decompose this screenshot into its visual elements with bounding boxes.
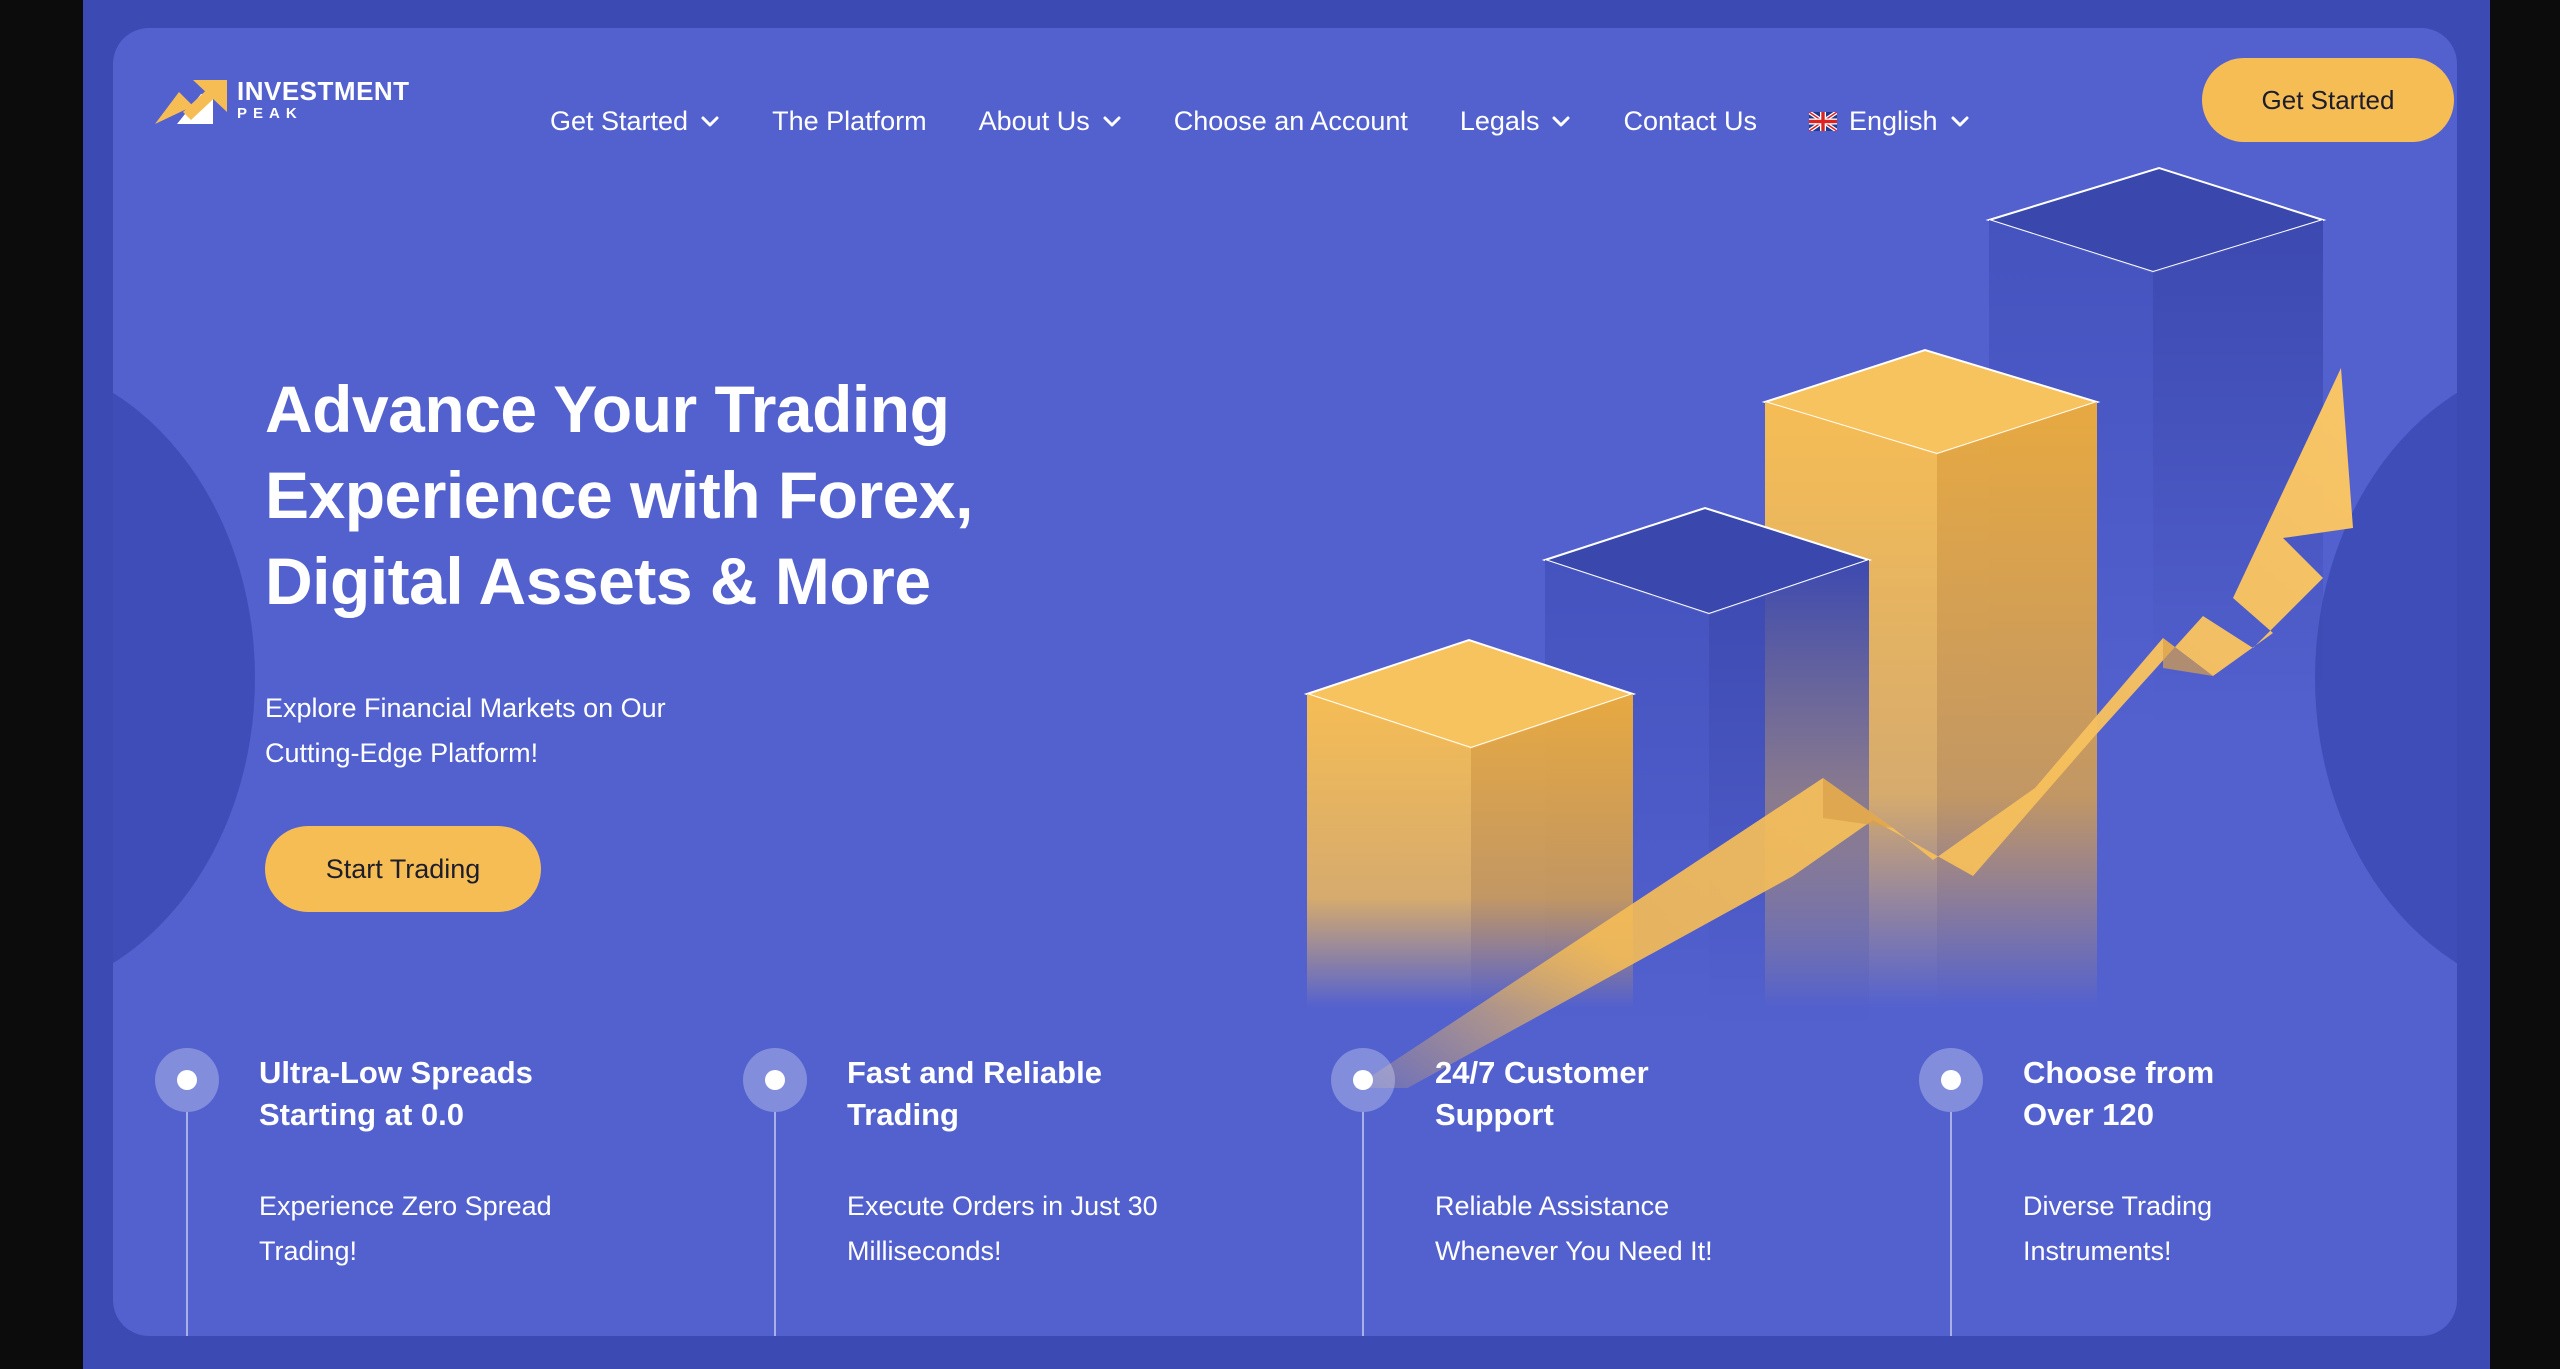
feature-desc-line: Milliseconds! (847, 1236, 1002, 1266)
feature-title-line: 24/7 Customer (1435, 1055, 1649, 1090)
feature-desc-line: Whenever You Need It! (1435, 1236, 1713, 1266)
growth-bars-illustration (1303, 166, 2353, 1088)
feature-dot-icon (1331, 1048, 1395, 1112)
brand-logo[interactable]: INVESTMENT PEAK (153, 72, 410, 126)
feature-desc-line: Instruments! (2023, 1236, 2172, 1266)
nav-about-us[interactable]: About Us (979, 106, 1122, 137)
feature-title-line: Choose from (2023, 1055, 2215, 1090)
hero-title-line: Advance Your Trading (265, 372, 950, 446)
feature-dot-icon (155, 1048, 219, 1112)
start-trading-button[interactable]: Start Trading (265, 826, 541, 912)
chevron-down-icon (1951, 116, 1969, 126)
feature-line (1362, 1112, 1364, 1336)
feature-desc-line: Execute Orders in Just 30 (847, 1191, 1158, 1221)
feature-description: Reliable Assistance Whenever You Need It… (1435, 1184, 1875, 1274)
logo-arrow-icon (155, 80, 227, 124)
feature-description: Experience Zero Spread Trading! (259, 1184, 699, 1274)
feature-title: Choose from Over 120 (2023, 1052, 2457, 1136)
chevron-down-icon (1103, 116, 1121, 126)
feature-line (1950, 1112, 1952, 1336)
feature-description: Diverse Trading Instruments! (2023, 1184, 2457, 1274)
feature-title-line: Over 120 (2023, 1097, 2154, 1132)
feature-description: Execute Orders in Just 30 Milliseconds! (847, 1184, 1287, 1274)
feature-desc-line: Diverse Trading (2023, 1191, 2213, 1221)
page: INVESTMENT PEAK Get Started The Platform… (83, 0, 2490, 1369)
nav-get-started[interactable]: Get Started (550, 106, 720, 137)
feature-title-line: Ultra-Low Spreads (259, 1055, 533, 1090)
hero-subtitle-line: Explore Financial Markets on Our (265, 693, 666, 723)
feature-desc-line: Experience Zero Spread (259, 1191, 552, 1221)
decorative-circle-left (113, 358, 255, 998)
feature-line (774, 1112, 776, 1336)
nav-item-label: About Us (978, 106, 1090, 136)
nav-item-label: Get Started (550, 106, 689, 136)
feature-desc-line: Reliable Assistance (1435, 1191, 1670, 1221)
hero-section: INVESTMENT PEAK Get Started The Platform… (113, 28, 2457, 1336)
feature-line (186, 1112, 188, 1336)
feature-title: Ultra-Low Spreads Starting at 0.0 (259, 1052, 699, 1136)
chevron-down-icon (1552, 116, 1570, 126)
nav-the-platform[interactable]: The Platform (772, 106, 927, 137)
feature-title: Fast and Reliable Trading (847, 1052, 1287, 1136)
nav-item-label: The Platform (772, 106, 927, 136)
feature-title-line: Trading (847, 1097, 959, 1132)
hero-title-line: Experience with Forex, (265, 458, 973, 532)
hero-subtitle-line: Cutting-Edge Platform! (265, 738, 539, 768)
feature-desc-line: Trading! (259, 1236, 358, 1266)
feature-title: 24/7 Customer Support (1435, 1052, 1875, 1136)
feature-title-line: Support (1435, 1097, 1554, 1132)
logo-text-line2: PEAK (237, 104, 303, 122)
hero-title-line: Digital Assets & More (265, 544, 931, 618)
chevron-down-icon (701, 116, 719, 126)
feature-dot-icon (743, 1048, 807, 1112)
hero-subtitle: Explore Financial Markets on Our Cutting… (265, 686, 825, 776)
feature-title-line: Fast and Reliable (847, 1055, 1102, 1090)
hero-title: Advance Your Trading Experience with For… (265, 366, 1165, 624)
logo-text-line1: INVESTMENT (237, 75, 410, 106)
feature-title-line: Starting at 0.0 (259, 1097, 464, 1132)
feature-dot-icon (1919, 1048, 1983, 1112)
